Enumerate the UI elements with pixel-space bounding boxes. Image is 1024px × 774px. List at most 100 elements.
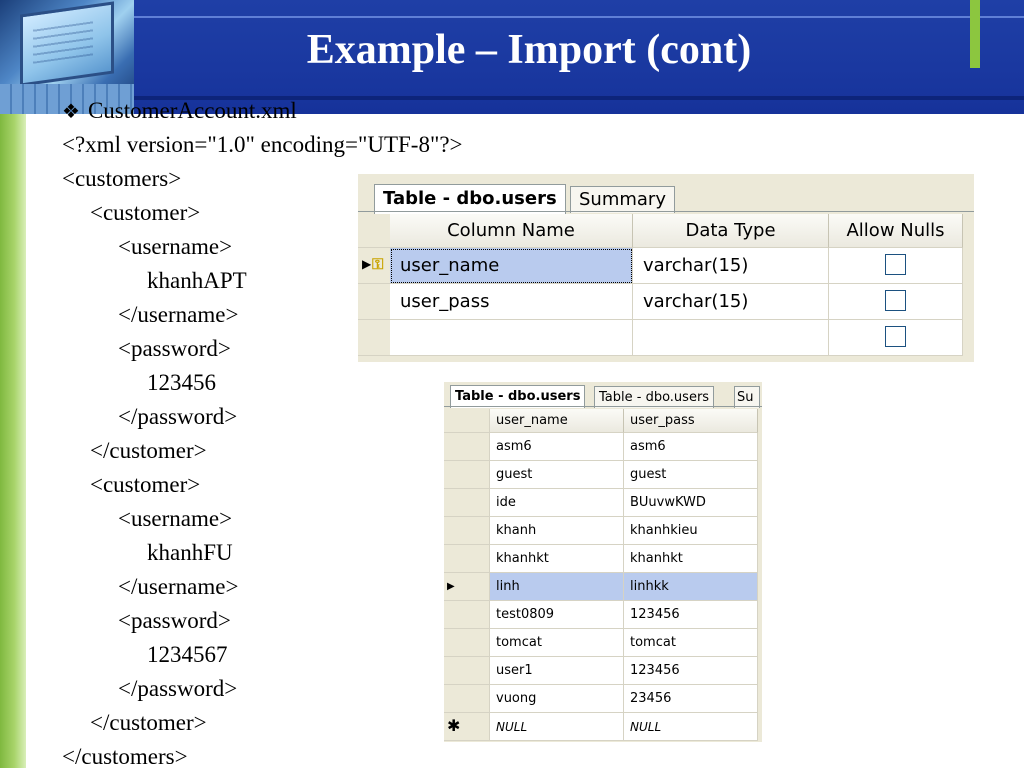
column-header-user-pass[interactable]: user_pass xyxy=(624,409,758,433)
allow-nulls-checkbox[interactable] xyxy=(885,290,906,311)
user-pass-cell[interactable]: 23456 xyxy=(624,685,758,713)
table-row[interactable]: ide BUuvwKWD xyxy=(444,489,762,517)
xml-line: <username> xyxy=(118,506,233,531)
table-row[interactable]: tomcat tomcat xyxy=(444,629,762,657)
xml-line: </customers> xyxy=(62,744,188,769)
title-accent-bar xyxy=(970,0,980,68)
users-grid: user_name user_pass asm6 asm6 guest gues… xyxy=(444,409,762,741)
row-selector[interactable] xyxy=(444,461,490,489)
xml-line: </customer> xyxy=(90,438,207,463)
tab-divider xyxy=(358,211,974,212)
grid-header-row: user_name user_pass xyxy=(444,409,762,433)
user-pass-cell[interactable]: BUuvwKWD xyxy=(624,489,758,517)
row-selector[interactable] xyxy=(444,489,490,517)
column-header-user-name[interactable]: user_name xyxy=(490,409,624,433)
row-selector-header xyxy=(358,214,390,248)
row-selector[interactable] xyxy=(444,601,490,629)
user-pass-cell[interactable]: 123456 xyxy=(624,657,758,685)
user-pass-cell[interactable]: 123456 xyxy=(624,601,758,629)
page-title: Example – Import (cont) xyxy=(306,27,752,73)
designer-header-row: Column Name Data Type Allow Nulls xyxy=(358,214,963,248)
table-row[interactable]: guest guest xyxy=(444,461,762,489)
row-selector[interactable] xyxy=(444,517,490,545)
table-row[interactable]: khanhkt khanhkt xyxy=(444,545,762,573)
table-row-selected[interactable]: ▶ linh linhkk xyxy=(444,573,762,601)
table-row[interactable]: user_pass varchar(15) xyxy=(358,284,963,320)
user-pass-null-cell[interactable]: NULL xyxy=(624,713,758,741)
user-pass-cell[interactable]: guest xyxy=(624,461,758,489)
row-selector[interactable] xyxy=(444,657,490,685)
column-header-allow-nulls[interactable]: Allow Nulls xyxy=(829,214,963,248)
row-selector[interactable] xyxy=(444,545,490,573)
user-name-cell[interactable]: linh xyxy=(490,573,624,601)
xml-line: </username> xyxy=(118,574,239,599)
row-selector[interactable] xyxy=(444,433,490,461)
table-row[interactable] xyxy=(358,320,963,356)
column-name-cell[interactable]: user_pass xyxy=(390,284,633,320)
user-pass-cell[interactable]: khanhkt xyxy=(624,545,758,573)
data-type-cell[interactable] xyxy=(633,320,829,356)
monitor-image xyxy=(20,1,114,87)
new-row-asterisk-icon: ✱ xyxy=(447,716,461,735)
table-row[interactable]: vuong 23456 xyxy=(444,685,762,713)
user-pass-cell[interactable]: linhkk xyxy=(624,573,758,601)
user-pass-cell[interactable]: asm6 xyxy=(624,433,758,461)
tab-summary-truncated[interactable]: Su xyxy=(734,386,760,408)
row-selector-header xyxy=(444,409,490,433)
tab-table-users-active[interactable]: Table - dbo.users xyxy=(450,385,586,408)
column-header-data-type[interactable]: Data Type xyxy=(633,214,829,248)
tab-table-users[interactable]: Table - dbo.users xyxy=(594,386,715,408)
xml-line: </customer> xyxy=(90,710,207,735)
xml-line: <?xml version="1.0" encoding="UTF-8"?> xyxy=(62,132,463,157)
allow-nulls-checkbox[interactable] xyxy=(885,326,906,347)
row-selector[interactable] xyxy=(444,685,490,713)
table-row[interactable]: test0809 123456 xyxy=(444,601,762,629)
user-name-null-cell[interactable]: NULL xyxy=(490,713,624,741)
user-pass-cell[interactable]: tomcat xyxy=(624,629,758,657)
designer-grid: Column Name Data Type Allow Nulls ▶ ⚿ us… xyxy=(358,214,963,356)
user-name-cell[interactable]: user1 xyxy=(490,657,624,685)
new-row[interactable]: ✱ NULL NULL xyxy=(444,713,762,741)
user-name-cell[interactable]: vuong xyxy=(490,685,624,713)
xml-line: 1234567 xyxy=(147,642,228,667)
xml-line: </password> xyxy=(118,404,238,429)
xml-line: </password> xyxy=(118,676,238,701)
user-name-cell[interactable]: tomcat xyxy=(490,629,624,657)
column-header-column-name[interactable]: Column Name xyxy=(390,214,633,248)
row-selector[interactable]: ✱ xyxy=(444,713,490,741)
row-selector[interactable] xyxy=(358,320,390,356)
xml-line: khanhFU xyxy=(147,540,233,565)
xml-file-name-line: ❖ CustomerAccount.xml xyxy=(62,94,463,128)
designer-tab-strip: Table - dbo.users Summary xyxy=(358,174,974,214)
tab-divider xyxy=(444,406,762,407)
data-type-cell[interactable]: varchar(15) xyxy=(633,248,829,284)
user-name-cell[interactable]: test0809 xyxy=(490,601,624,629)
user-name-cell[interactable]: khanhkt xyxy=(490,545,624,573)
table-row[interactable]: ▶ ⚿ user_name varchar(15) xyxy=(358,248,963,284)
column-name-cell[interactable] xyxy=(390,320,633,356)
column-name-cell[interactable]: user_name xyxy=(390,248,633,284)
row-selector[interactable] xyxy=(444,629,490,657)
allow-nulls-cell xyxy=(829,320,963,356)
table-row[interactable]: user1 123456 xyxy=(444,657,762,685)
row-selector[interactable]: ▶ ⚿ xyxy=(358,248,390,284)
row-selector[interactable] xyxy=(358,284,390,320)
current-row-arrow-icon: ▶ xyxy=(362,257,372,271)
user-name-cell[interactable]: guest xyxy=(490,461,624,489)
table-row[interactable]: asm6 asm6 xyxy=(444,433,762,461)
table-data-grid: Table - dbo.users Table - dbo.users Su u… xyxy=(444,382,762,742)
diamond-bullet-icon: ❖ xyxy=(62,101,80,123)
tab-table-design[interactable]: Table - dbo.users xyxy=(374,184,566,214)
user-name-cell[interactable]: ide xyxy=(490,489,624,517)
row-selector[interactable]: ▶ xyxy=(444,573,490,601)
user-pass-cell[interactable]: khanhkieu xyxy=(624,517,758,545)
xml-file-name: CustomerAccount.xml xyxy=(87,98,297,123)
user-name-cell[interactable]: asm6 xyxy=(490,433,624,461)
xml-line: 123456 xyxy=(147,370,216,395)
table-row[interactable]: khanh khanhkieu xyxy=(444,517,762,545)
user-name-cell[interactable]: khanh xyxy=(490,517,624,545)
data-type-cell[interactable]: varchar(15) xyxy=(633,284,829,320)
allow-nulls-checkbox[interactable] xyxy=(885,254,906,275)
grid-tab-strip: Table - dbo.users Table - dbo.users Su xyxy=(444,382,762,408)
tab-summary[interactable]: Summary xyxy=(570,186,675,213)
